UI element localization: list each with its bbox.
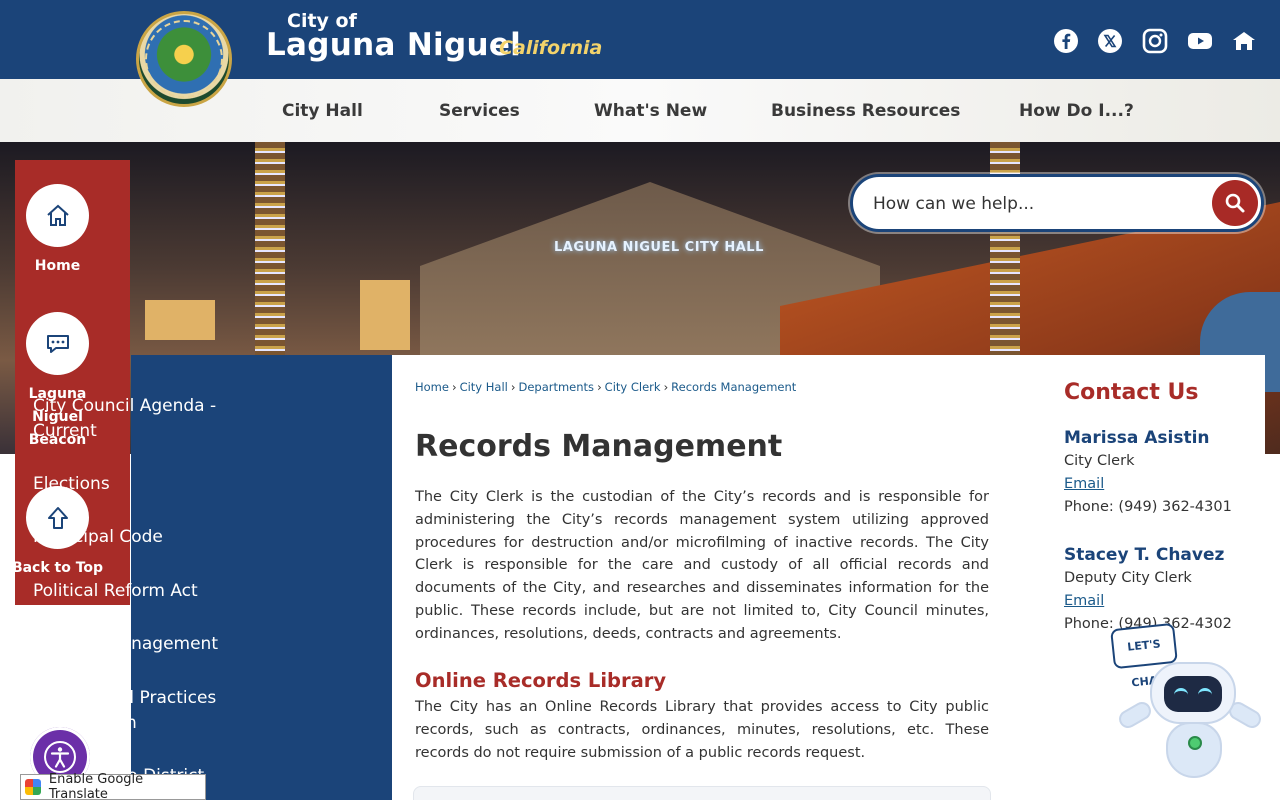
chatbot-launcher[interactable]: LET'S CHAT [1110, 622, 1265, 782]
breadcrumb-city-hall[interactable]: City Hall [460, 380, 508, 394]
sidenav-item-political-reform-act[interactable]: Political Reform Act [33, 579, 243, 604]
contact-name: Marissa Asistin [1064, 428, 1210, 448]
sidenav-item-council-agenda[interactable]: City Council Agenda - Current [33, 394, 243, 444]
nav-city-hall[interactable]: City Hall [282, 101, 363, 121]
search-button[interactable] [1212, 180, 1258, 226]
google-icon [25, 779, 41, 795]
search-icon [1225, 193, 1245, 213]
chat-bubble-label: LET'S CHAT [1110, 622, 1178, 689]
accessibility-icon [44, 741, 76, 773]
contact-email-link[interactable]: Email [1064, 476, 1104, 492]
nav-how-do-i[interactable]: How Do I...? [1019, 101, 1134, 121]
translate-label: Enable Google Translate [48, 772, 144, 800]
facebook-icon[interactable] [1053, 28, 1079, 54]
robot-arm [1115, 698, 1155, 732]
sidenav-item-records-management[interactable]: Records Management [33, 632, 243, 657]
nextdoor-icon[interactable] [1231, 28, 1257, 54]
contact-role: City Clerk [1064, 453, 1135, 469]
contact-name: Stacey T. Chavez [1064, 545, 1225, 565]
home-icon [26, 184, 89, 247]
x-icon[interactable] [1097, 28, 1123, 54]
breadcrumb: Home › City Hall › Departments › City Clerk › Re… [415, 380, 797, 394]
city-seal-logo[interactable] [136, 11, 232, 107]
online-records-paragraph: The City has an Online Records Library t… [415, 699, 989, 761]
brand-city-name[interactable]: Laguna Niguel [266, 27, 521, 63]
breadcrumb-records-management[interactable]: Records Management [671, 380, 796, 394]
robot-body [1166, 722, 1222, 778]
section-heading-online-records: Online Records Library [415, 669, 667, 692]
instagram-icon[interactable] [1142, 28, 1168, 54]
hero-window [360, 280, 410, 350]
quicklink-home[interactable]: Home [0, 184, 115, 278]
hero-window [145, 300, 215, 340]
google-translate-button[interactable]: Enable Google Translate [20, 772, 206, 800]
search-box [850, 174, 1264, 232]
contact-email-link[interactable]: Email [1064, 593, 1104, 609]
hero-sign-text: LAGUNA NIGUEL CITY HALL [554, 240, 764, 255]
brand-state: California [499, 37, 603, 59]
nav-whats-new[interactable]: What's New [594, 101, 707, 121]
nav-business-resources[interactable]: Business Resources [771, 101, 960, 121]
breadcrumb-home[interactable]: Home [415, 380, 449, 394]
robot-icon [1150, 662, 1236, 724]
quicklink-home-label: Home [34, 258, 81, 274]
breadcrumb-departments[interactable]: Departments [518, 380, 594, 394]
quicklink-back-to-top-label: Back to Top [11, 560, 104, 576]
sidenav-item-elections[interactable]: Elections [33, 472, 243, 497]
contact-role: Deputy City Clerk [1064, 570, 1192, 586]
page-title: Records Management [415, 429, 783, 464]
contact-title: Contact Us [1064, 380, 1199, 405]
chat-icon [26, 312, 89, 375]
breadcrumb-city-clerk[interactable]: City Clerk [605, 380, 661, 394]
contact-phone: Phone: (949) 362-4301 [1064, 499, 1232, 515]
records-library-card[interactable] [413, 786, 991, 800]
nav-services[interactable]: Services [439, 101, 520, 121]
search-input[interactable] [873, 191, 1193, 217]
youtube-icon[interactable] [1187, 28, 1213, 54]
sidenav-item-municipal-code[interactable]: Municipal Code [33, 525, 243, 550]
intro-paragraph: The City Clerk is the custodian of the C… [415, 489, 989, 642]
